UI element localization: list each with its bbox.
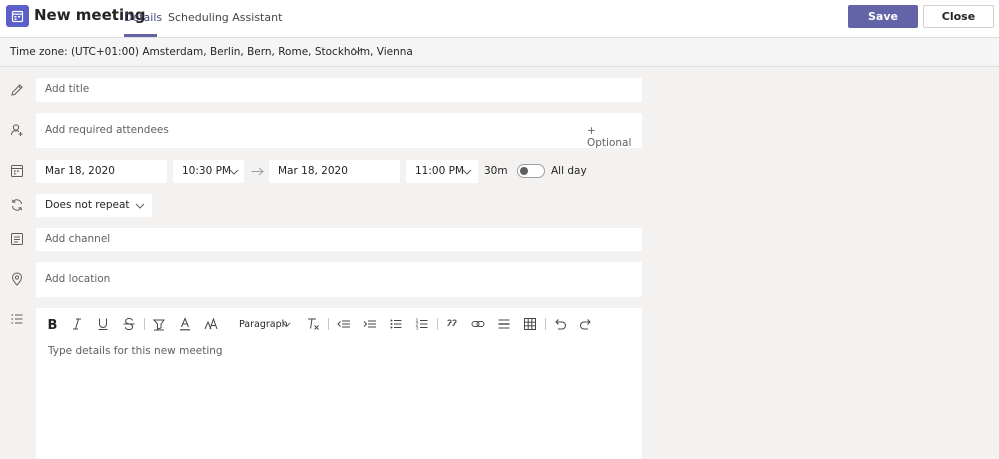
chevron-down-icon bbox=[462, 169, 472, 175]
quote-icon[interactable] bbox=[445, 317, 459, 331]
arrow-right-icon bbox=[251, 167, 264, 176]
duration-label: 30m bbox=[484, 165, 508, 177]
active-tab-indicator bbox=[124, 34, 157, 37]
svg-text:B: B bbox=[48, 318, 58, 331]
toolbar-separator bbox=[144, 318, 145, 330]
timezone-bar[interactable]: Time zone: (UTC+01:00) Amsterdam, Berlin… bbox=[0, 38, 999, 67]
redo-icon[interactable] bbox=[579, 317, 593, 331]
start-time-select[interactable]: 10:30 PM bbox=[173, 160, 244, 183]
paragraph-style-label[interactable]: Paragraph bbox=[239, 319, 288, 330]
start-time-value: 10:30 PM bbox=[182, 165, 231, 177]
location-input[interactable]: Add location bbox=[36, 262, 642, 297]
calendar-app-icon bbox=[6, 5, 29, 27]
table-icon[interactable] bbox=[523, 317, 537, 331]
attendees-input[interactable]: Add required attendees + Optional bbox=[36, 113, 642, 149]
calendar-icon bbox=[11, 165, 23, 177]
tab-scheduling-assistant[interactable]: Scheduling Assistant bbox=[168, 11, 282, 24]
all-day-toggle[interactable] bbox=[517, 164, 545, 178]
channel-input[interactable]: Add channel bbox=[36, 228, 642, 251]
end-date-value: Mar 18, 2020 bbox=[278, 165, 348, 177]
highlight-icon[interactable] bbox=[152, 317, 166, 331]
all-day-label: All day bbox=[551, 165, 587, 177]
pencil-icon bbox=[11, 84, 23, 96]
start-date-picker[interactable]: Mar 18, 2020 bbox=[36, 160, 167, 183]
attendees-placeholder: Add required attendees bbox=[45, 124, 169, 136]
numbered-list-icon[interactable]: 123 bbox=[415, 317, 429, 331]
toolbar-separator bbox=[437, 318, 438, 330]
increase-indent-icon[interactable] bbox=[363, 317, 377, 331]
channel-placeholder: Add channel bbox=[45, 233, 111, 245]
chevron-down-icon bbox=[229, 169, 239, 175]
tab-details[interactable]: Details bbox=[124, 11, 162, 24]
end-time-value: 11:00 PM bbox=[415, 165, 464, 177]
toolbar-separator bbox=[545, 318, 546, 330]
end-date-picker[interactable]: Mar 18, 2020 bbox=[269, 160, 400, 183]
clear-formatting-icon[interactable] bbox=[306, 317, 320, 331]
link-icon[interactable] bbox=[471, 317, 485, 331]
svg-text:3: 3 bbox=[416, 325, 419, 331]
close-button[interactable]: Close bbox=[923, 5, 994, 28]
chevron-down-icon[interactable] bbox=[282, 322, 291, 328]
toggle-knob bbox=[520, 167, 528, 175]
title-input[interactable]: Add title bbox=[36, 78, 642, 102]
add-person-icon bbox=[11, 124, 23, 136]
bulleted-list-icon[interactable] bbox=[389, 317, 403, 331]
save-button[interactable]: Save bbox=[848, 5, 918, 28]
undo-icon[interactable] bbox=[553, 317, 567, 331]
location-pin-icon bbox=[11, 272, 23, 286]
channel-icon bbox=[11, 233, 23, 245]
font-size-icon[interactable] bbox=[204, 317, 218, 331]
bold-icon[interactable]: B bbox=[45, 317, 59, 331]
font-color-icon[interactable] bbox=[178, 317, 192, 331]
italic-icon[interactable] bbox=[70, 317, 84, 331]
repeat-value: Does not repeat bbox=[45, 199, 130, 211]
underline-icon[interactable] bbox=[96, 317, 110, 331]
decrease-indent-icon[interactable] bbox=[337, 317, 351, 331]
horizontal-rule-icon[interactable] bbox=[497, 317, 511, 331]
strikethrough-icon[interactable] bbox=[122, 317, 136, 331]
end-time-select[interactable]: 11:00 PM bbox=[406, 160, 478, 183]
details-placeholder: Type details for this new meeting bbox=[48, 345, 223, 357]
header-bar: New meeting Details Scheduling Assistant… bbox=[0, 0, 999, 38]
toolbar-separator bbox=[328, 318, 329, 330]
location-placeholder: Add location bbox=[45, 273, 111, 285]
start-date-value: Mar 18, 2020 bbox=[45, 165, 115, 177]
repeat-select[interactable]: Does not repeat bbox=[36, 194, 152, 217]
list-icon bbox=[11, 314, 23, 324]
repeat-icon bbox=[12, 199, 22, 211]
chevron-down-icon[interactable] bbox=[352, 47, 363, 54]
chevron-down-icon bbox=[135, 203, 145, 209]
optional-attendees-link[interactable]: + Optional bbox=[587, 125, 642, 149]
title-placeholder: Add title bbox=[45, 83, 90, 95]
